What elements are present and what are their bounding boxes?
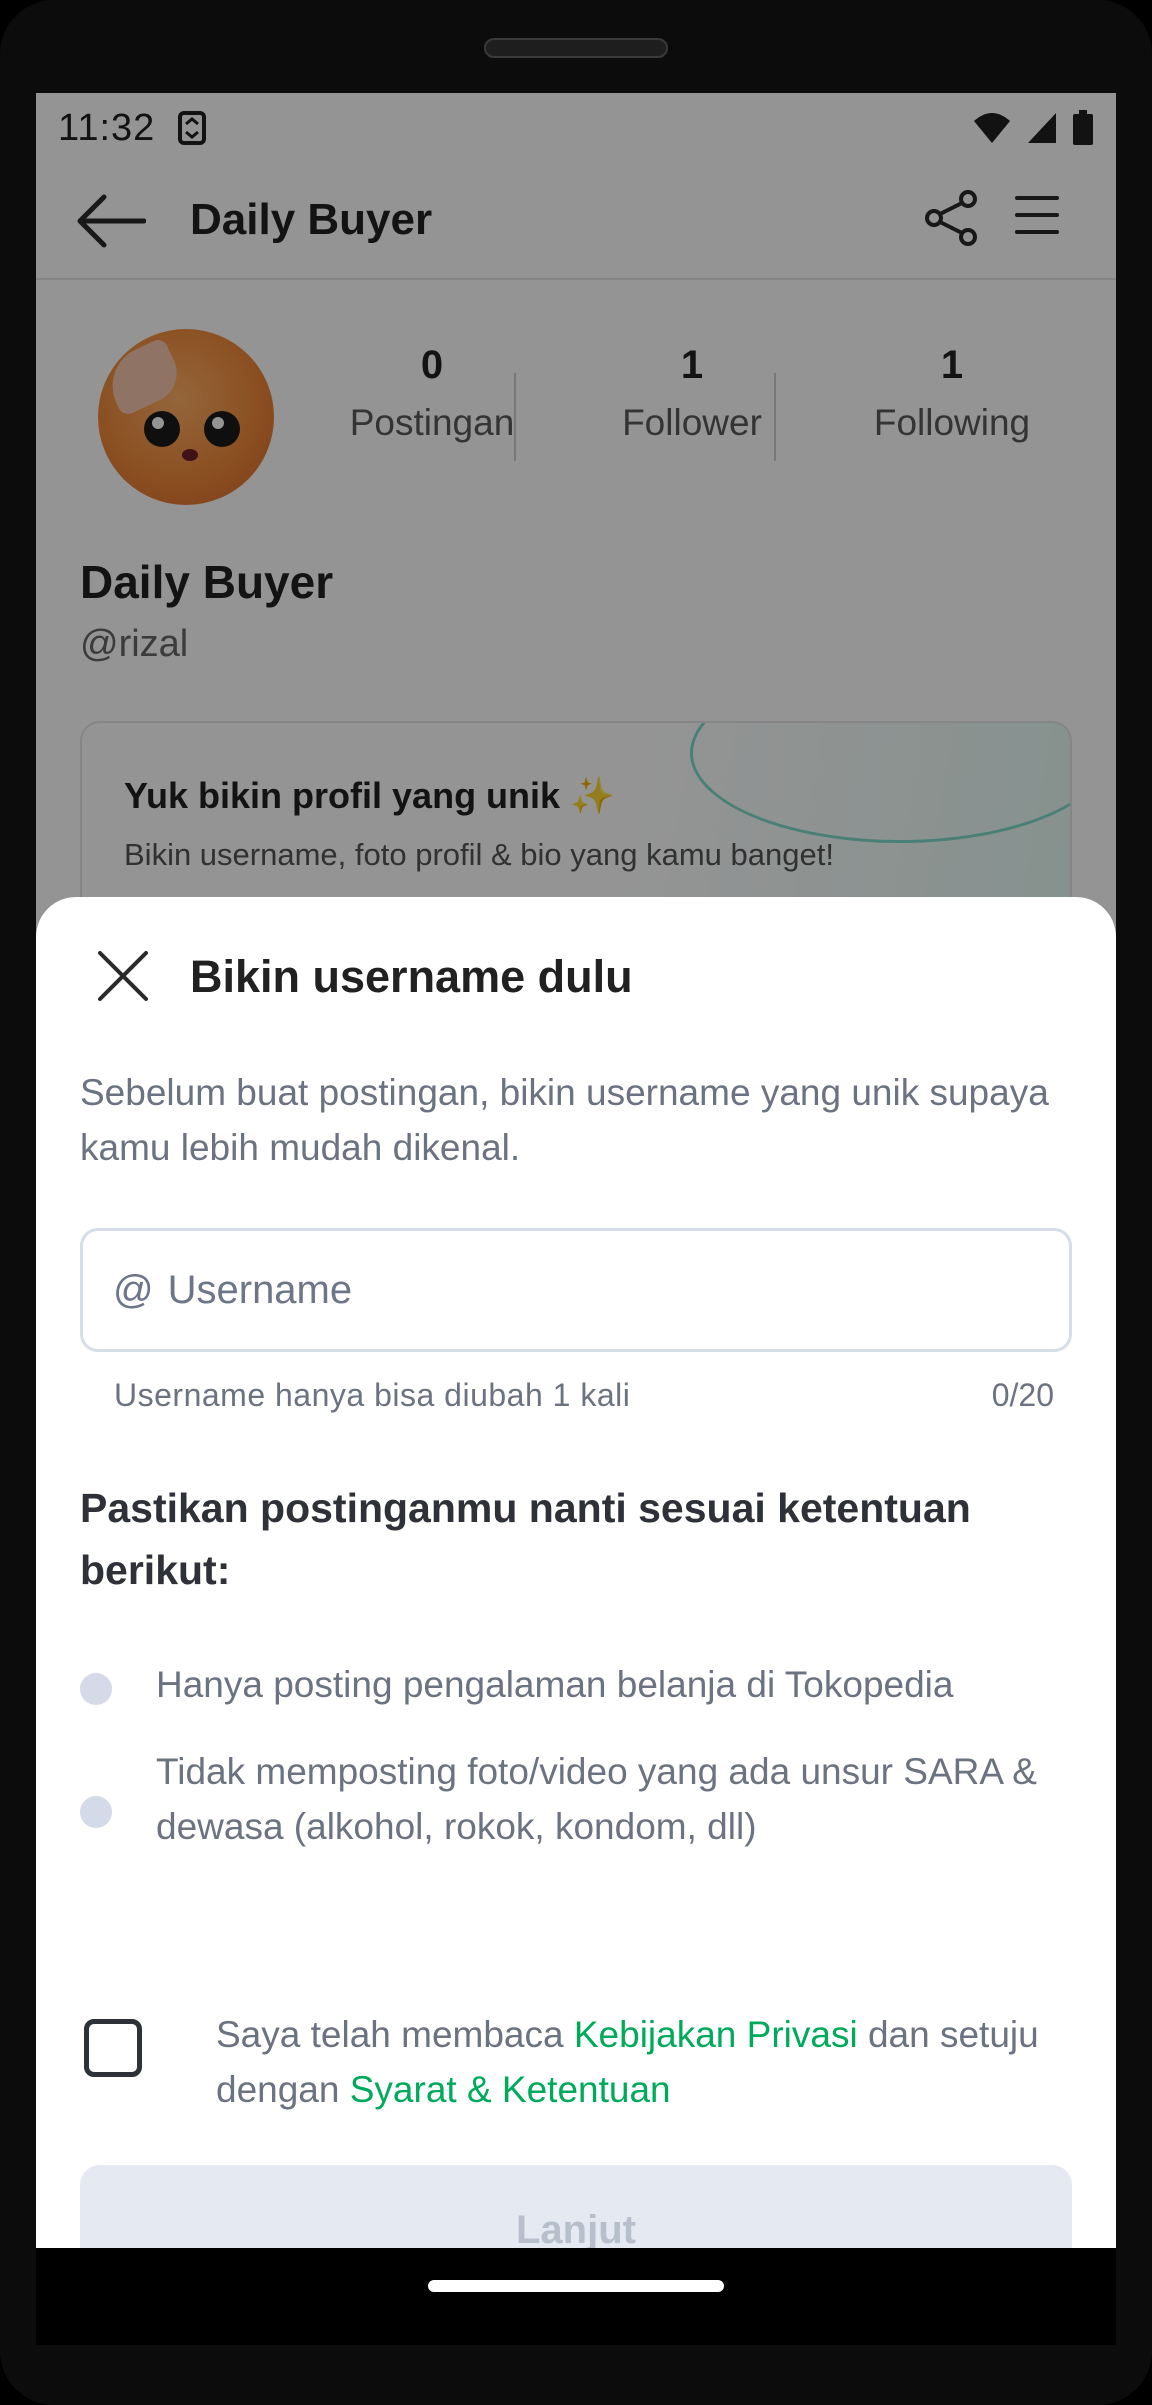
- username-prefix: @: [113, 1267, 154, 1312]
- username-char-counter: 0/20: [991, 1377, 1054, 1413]
- agreement-text-part: Saya telah membaca: [216, 2014, 574, 2055]
- screen: 11:32 Daily Buyer 0 Postingan 1 Follower…: [36, 93, 1116, 2248]
- rule-text: Tidak memposting foto/video yang ada uns…: [156, 1751, 1037, 1847]
- username-field[interactable]: @: [80, 1228, 1072, 1352]
- rule-text: Hanya posting pengalaman belanja di Toko…: [156, 1664, 954, 1705]
- sheet-description: Sebelum buat postingan, bikin username y…: [80, 1072, 1049, 1168]
- bullet-dot: [80, 1673, 112, 1705]
- navigation-bar: [36, 2248, 1116, 2345]
- agreement-text: Saya telah membaca Kebijakan Privasi dan…: [216, 2007, 1086, 2117]
- username-helper-text: Username hanya bisa diubah 1 kali: [114, 1377, 631, 1413]
- rules-title: Pastikan postinganmu nanti sesuai ketent…: [80, 1485, 971, 1593]
- phone-frame: 11:32 Daily Buyer 0 Postingan 1 Follower…: [0, 0, 1152, 2405]
- sheet-title: Bikin username dulu: [190, 951, 633, 1002]
- username-input[interactable]: [167, 1267, 1018, 1313]
- terms-link[interactable]: Syarat & Ketentuan: [350, 2069, 671, 2110]
- close-icon[interactable]: [96, 949, 150, 1003]
- username-bottom-sheet: Bikin username dulu Sebelum buat posting…: [36, 897, 1116, 2248]
- earpiece-speaker: [484, 38, 668, 58]
- agreement-checkbox[interactable]: [84, 2019, 142, 2077]
- privacy-policy-link[interactable]: Kebijakan Privasi: [574, 2014, 858, 2055]
- bullet-dot: [80, 1796, 112, 1828]
- home-gesture-handle[interactable]: [428, 2280, 724, 2292]
- continue-button[interactable]: Lanjut: [80, 2165, 1072, 2248]
